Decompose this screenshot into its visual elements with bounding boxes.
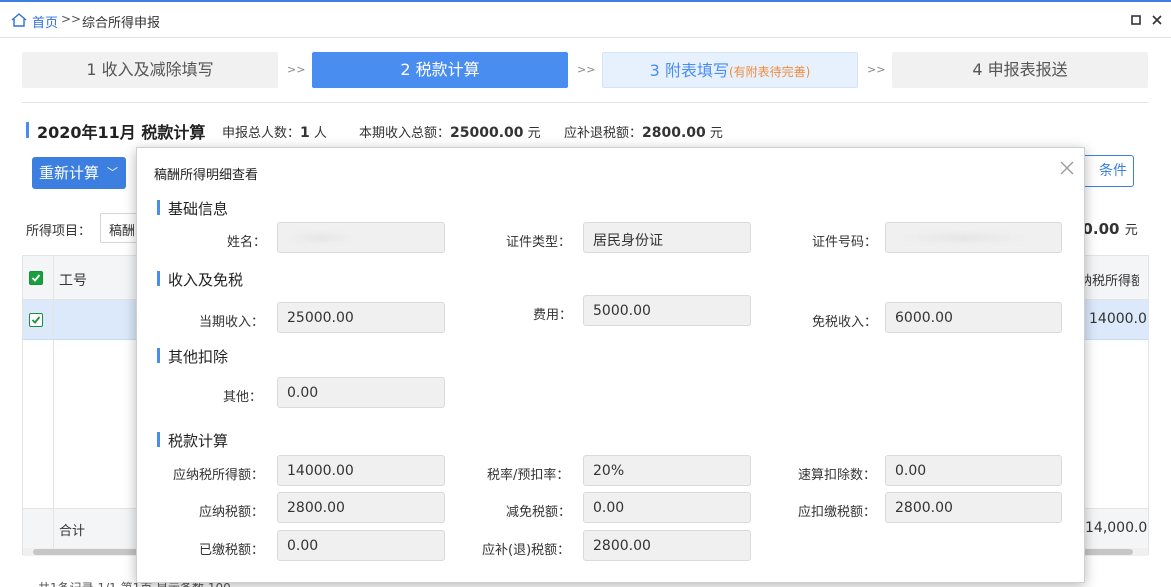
total-people: 申报总人数：1 人	[222, 122, 327, 141]
people-unit: 人	[313, 126, 327, 141]
dialog-title: 稿酬所得明细查看	[154, 168, 259, 183]
step-arrow: >>	[577, 63, 596, 76]
tax-due-label: 应纳税额：	[199, 505, 265, 520]
close-icon[interactable]	[1151, 14, 1163, 26]
quick-deduction-field: 0.00	[885, 455, 1062, 486]
breadcrumb-current: 综合所得申报	[82, 16, 161, 31]
exempt-income-field: 6000.00	[885, 302, 1062, 333]
step-arrow: >>	[867, 63, 886, 76]
other-label: 其他：	[223, 390, 263, 405]
step-tax-calc[interactable]: 2 税款计算	[312, 52, 568, 88]
right-total-unit: 元	[1124, 223, 1138, 238]
total-income: 本期收入总额：25000.00 元	[359, 122, 541, 141]
masked-value	[286, 234, 356, 242]
sum-taxable-value: 14,000.0	[1085, 520, 1148, 536]
select-all-checkbox[interactable]	[29, 271, 43, 285]
check-icon	[31, 274, 41, 282]
id-type-field: 居民身份证	[583, 222, 751, 253]
id-type-label: 证件类型：	[506, 235, 572, 250]
refund-label: 应补退税额：	[564, 126, 643, 141]
withholding-field: 2800.00	[885, 492, 1062, 523]
section-title: 基础信息	[168, 200, 229, 218]
breadcrumb-separator: >>	[61, 12, 82, 26]
taxable-income-field: 14000.00	[277, 455, 445, 486]
chevron-down-icon: ﹀	[107, 166, 118, 179]
id-number-label: 证件号码：	[812, 235, 878, 250]
section-title: 其他扣除	[168, 348, 229, 366]
sum-label: 合计	[59, 524, 86, 539]
exempt-income-label: 免税收入：	[812, 315, 878, 330]
step-income-entry[interactable]: 1 收入及减除填写	[22, 52, 278, 88]
section-accent	[157, 432, 160, 447]
check-icon	[31, 316, 41, 324]
close-icon[interactable]	[1059, 160, 1075, 176]
home-icon[interactable]	[11, 13, 27, 27]
step-arrow: >>	[287, 63, 306, 76]
section-accent	[157, 200, 160, 215]
taxable-income-label: 应纳税所得额：	[173, 468, 265, 483]
top-bar: 首页 >> 综合所得申报	[0, 0, 1171, 38]
step-submit[interactable]: 4 申报表报送	[892, 52, 1148, 88]
filter-label: 所得项目：	[26, 224, 92, 239]
step-attachment[interactable]: 3 附表填写(有附表待完善)	[602, 52, 858, 88]
section-accent	[157, 271, 160, 286]
income-unit: 元	[527, 126, 541, 141]
step-bar: 1 收入及减除填写 >> 2 税款计算 >> 3 附表填写(有附表待完善) >>…	[0, 52, 1171, 88]
row-checkbox[interactable]	[29, 313, 43, 327]
total-people-label: 申报总人数：	[222, 126, 301, 141]
id-number-field	[885, 222, 1062, 253]
refund-tax-label: 应补(退)税额：	[482, 543, 571, 558]
column-header-id: 工号	[59, 273, 87, 289]
maximize-icon[interactable]	[1130, 14, 1142, 26]
total-income-label: 本期收入总额：	[359, 126, 451, 141]
tax-reduction-field: 0.00	[583, 492, 751, 523]
refund-unit: 元	[709, 126, 723, 141]
quick-deduction-label: 速算扣除数：	[798, 468, 877, 483]
income-field: 25000.00	[277, 302, 445, 333]
breadcrumb-home-link[interactable]: 首页	[32, 12, 58, 31]
recalculate-label: 重新计算	[39, 164, 100, 182]
income-label: 当期收入：	[199, 315, 265, 330]
other-field: 0.00	[277, 377, 445, 408]
section-title: 收入及免税	[168, 271, 244, 289]
summary-accent	[26, 122, 29, 138]
royalty-detail-dialog: 稿酬所得明细查看 基础信息 姓名： 证件类型： 居民身份证 证件号码： 收入及免…	[136, 147, 1085, 583]
total-income-value: 25000.00	[450, 125, 524, 141]
page-title: 2020年11月 税款计算	[37, 123, 206, 142]
section-accent	[157, 348, 160, 363]
column-divider	[53, 256, 54, 556]
paid-tax-field: 0.00	[277, 530, 445, 561]
withholding-label: 应扣缴税额：	[798, 505, 877, 520]
column-header-taxable: 纳税所得额	[1079, 274, 1139, 289]
refund-amount: 应补退税额：2800.00 元	[564, 122, 723, 141]
step-attachment-note: (有附表待完善)	[728, 65, 811, 79]
refund-value: 2800.00	[642, 125, 706, 141]
expense-label: 费用：	[533, 308, 573, 323]
tax-reduction-label: 减免税额：	[506, 505, 572, 520]
masked-value	[894, 234, 1034, 242]
name-field	[277, 222, 445, 253]
total-people-value: 1	[300, 125, 310, 141]
tax-rate-field: 20%	[583, 455, 751, 486]
recalculate-button[interactable]: 重新计算 ﹀	[32, 157, 126, 189]
name-label: 姓名：	[227, 235, 267, 250]
refund-tax-field: 2800.00	[583, 530, 751, 561]
tax-rate-label: 税率/预扣率：	[487, 468, 570, 483]
expense-field: 5000.00	[583, 295, 751, 326]
section-title: 税款计算	[168, 432, 229, 450]
row-taxable-value: 14000.0	[1089, 311, 1147, 327]
tax-due-field: 2800.00	[277, 492, 445, 523]
paid-tax-label: 已缴税额：	[199, 543, 265, 558]
step-attachment-label: 3 附表填写	[649, 61, 729, 80]
